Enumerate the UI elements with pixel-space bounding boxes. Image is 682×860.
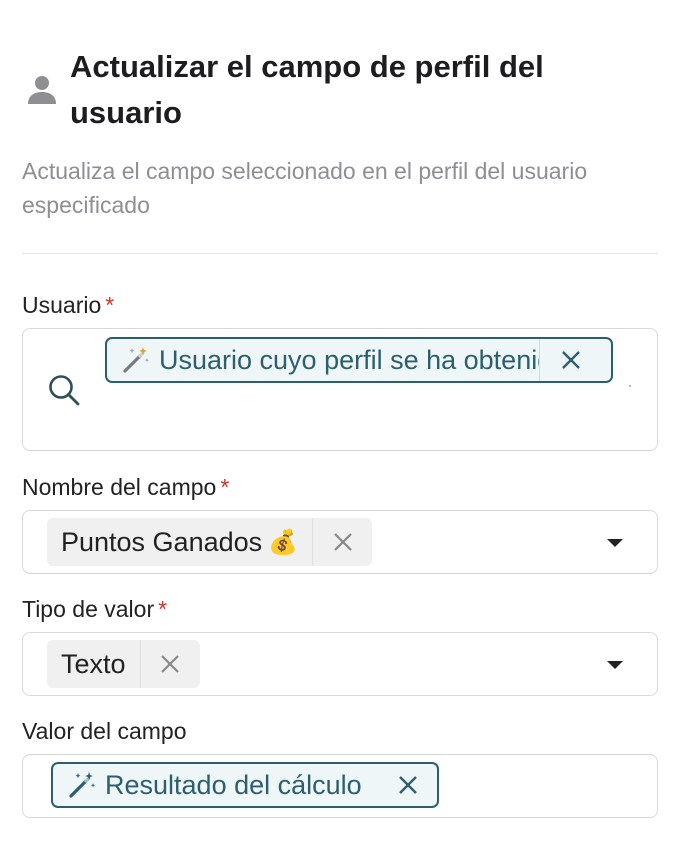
clear-value-type-button[interactable] — [139, 640, 200, 688]
remove-user-chip-button[interactable] — [539, 339, 601, 381]
field-name-chip: Puntos Ganados 💰 — [47, 518, 373, 566]
user-variable-chip[interactable]: Usuario cuyo perfil se ha obtenido — [105, 337, 613, 383]
field-name-value: Puntos Ganados — [61, 526, 263, 557]
user-field-label: Usuario * — [22, 290, 114, 320]
value-type-value: Texto — [61, 648, 126, 679]
close-icon — [399, 776, 417, 794]
field-name-label: Nombre del campo * — [22, 472, 229, 502]
clear-field-name-button[interactable] — [312, 518, 372, 566]
close-icon — [161, 655, 179, 673]
chevron-down-icon[interactable] — [607, 539, 623, 547]
required-mark: * — [158, 596, 168, 622]
value-type-label-text: Tipo de valor — [22, 596, 155, 622]
field-value-chip-text: Resultado del cálculo — [105, 769, 362, 800]
field-name-chip-label: Puntos Ganados 💰 — [47, 527, 312, 558]
field-name-label-text: Nombre del campo — [22, 474, 217, 500]
cursor-mark — [629, 385, 631, 387]
user-label-text: Usuario — [22, 292, 102, 318]
value-type-select[interactable]: Texto — [22, 632, 658, 696]
money-bag-icon: 💰 — [268, 528, 299, 556]
required-mark: * — [220, 474, 230, 500]
remove-field-value-chip-button[interactable] — [379, 764, 437, 806]
user-input[interactable]: Usuario cuyo perfil se ha obtenido — [22, 328, 658, 451]
chevron-down-icon[interactable] — [607, 661, 623, 669]
page-title: Actualizar el campo de perfil del usuari… — [70, 49, 544, 130]
magic-wand-icon — [69, 772, 96, 798]
value-type-label: Tipo de valor * — [22, 594, 167, 624]
user-chip-text: Usuario cuyo perfil se ha obtenido — [159, 344, 539, 375]
field-value-label: Valor del campo — [22, 718, 187, 744]
field-value-variable-chip[interactable]: Resultado del cálculo — [51, 762, 439, 808]
value-type-chip: Texto — [47, 640, 200, 688]
close-icon — [333, 533, 352, 551]
page-description: Actualiza el campo seleccionado en el pe… — [22, 158, 588, 218]
field-value-input[interactable]: Resultado del cálculo — [22, 754, 658, 818]
user-icon — [28, 76, 56, 104]
magic-wand-icon — [123, 347, 150, 373]
close-icon — [561, 351, 580, 369]
field-name-select[interactable]: Puntos Ganados 💰 — [22, 510, 658, 574]
divider — [22, 253, 658, 254]
required-mark: * — [105, 292, 115, 318]
search-icon — [49, 375, 80, 406]
